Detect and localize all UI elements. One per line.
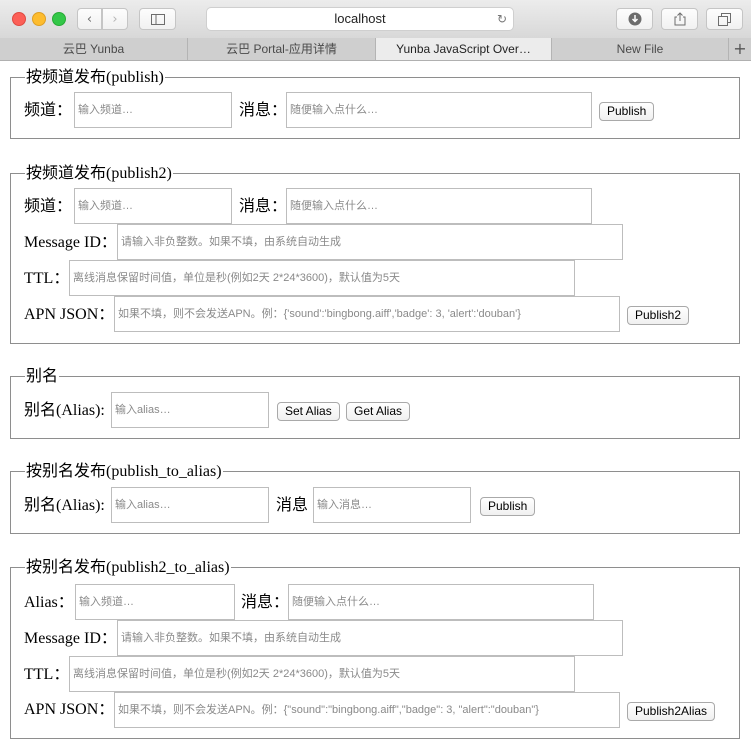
- channel-input[interactable]: [74, 188, 232, 224]
- channel-label: 频道：: [24, 198, 73, 215]
- downloads-button[interactable]: [616, 8, 653, 30]
- minimize-window-button[interactable]: [32, 12, 46, 26]
- zoom-window-button[interactable]: [52, 12, 66, 26]
- message-id-input[interactable]: [117, 620, 623, 656]
- tab-yunba[interactable]: 云巴 Yunba: [0, 38, 188, 60]
- set-alias-button[interactable]: Set Alias: [277, 402, 340, 421]
- sidebar-icon: [150, 13, 165, 25]
- message-label: 消息：: [241, 594, 290, 611]
- publish-to-alias-fieldset: 按别名发布(publish_to_alias) 别名(Alias): 消息 Pu…: [10, 463, 740, 534]
- publish-button[interactable]: Publish: [599, 102, 655, 121]
- channel-label: 频道：: [24, 102, 73, 119]
- publish-to-alias-legend: 按别名发布(publish_to_alias): [25, 463, 223, 480]
- alias-label: 别名(Alias):: [24, 402, 105, 419]
- ttl-label: TTL：: [24, 270, 70, 287]
- chevron-left-icon: ‹: [86, 11, 93, 27]
- alias-label: 别名(Alias):: [24, 497, 105, 514]
- publish-legend: 按频道发布(publish): [25, 69, 165, 86]
- message-label: 消息：: [239, 198, 288, 215]
- get-alias-button[interactable]: Get Alias: [346, 402, 411, 421]
- tab-yunba-js-overview[interactable]: Yunba JavaScript Over…: [376, 38, 552, 60]
- apn-json-label: APN JSON：: [24, 701, 115, 718]
- sidebar-button[interactable]: [139, 8, 176, 30]
- message-label: 消息：: [239, 102, 288, 119]
- message-input[interactable]: [288, 584, 594, 620]
- publish2-to-alias-fieldset: 按别名发布(publish2_to_alias) Alias： 消息： Mess…: [10, 559, 740, 739]
- message-id-label: Message ID：: [24, 234, 117, 251]
- message-id-input[interactable]: [117, 224, 623, 260]
- alias-legend: 别名: [25, 368, 60, 385]
- publish2-alias-button[interactable]: Publish2Alias: [627, 702, 716, 721]
- publish2-button[interactable]: Publish2: [627, 306, 690, 325]
- publish-to-alias-button[interactable]: Publish: [480, 497, 536, 516]
- back-button[interactable]: ‹: [77, 8, 102, 30]
- publish2-legend: 按频道发布(publish2): [25, 165, 173, 182]
- apn-json-label: APN JSON：: [24, 306, 115, 323]
- new-tab-button[interactable]: +: [729, 38, 751, 60]
- close-window-button[interactable]: [12, 12, 26, 26]
- ttl-label: TTL：: [24, 666, 70, 683]
- alias-fieldset: 别名 别名(Alias): Set Alias Get Alias: [10, 368, 740, 439]
- chevron-right-icon: ›: [112, 11, 118, 27]
- alias-input[interactable]: [75, 584, 235, 620]
- tabs-icon: [718, 12, 731, 26]
- address-bar[interactable]: localhost ↻: [206, 7, 514, 31]
- message-label: 消息: [276, 497, 309, 514]
- address-text: localhost: [334, 11, 386, 26]
- reload-icon[interactable]: ↻: [497, 8, 507, 30]
- tab-bar: 云巴 Yunba 云巴 Portal-应用详情 Yunba JavaScript…: [0, 38, 751, 61]
- apn-json-input[interactable]: [114, 692, 620, 728]
- tabs-overview-button[interactable]: [706, 8, 743, 30]
- message-input[interactable]: [313, 487, 471, 523]
- ttl-input[interactable]: [69, 656, 575, 692]
- alias-input[interactable]: [111, 487, 269, 523]
- publish2-fieldset: 按频道发布(publish2) 频道： 消息： Message ID： TTL：…: [10, 165, 740, 344]
- share-icon: [674, 12, 685, 26]
- publish-fieldset: 按频道发布(publish) 频道： 消息： Publish: [10, 69, 740, 139]
- share-button[interactable]: [661, 8, 698, 30]
- message-input[interactable]: [286, 92, 592, 128]
- message-id-label: Message ID：: [24, 630, 117, 647]
- channel-input[interactable]: [74, 92, 232, 128]
- tab-yunba-portal[interactable]: 云巴 Portal-应用详情: [188, 38, 376, 60]
- publish2-to-alias-legend: 按别名发布(publish2_to_alias): [25, 559, 231, 576]
- message-input[interactable]: [286, 188, 592, 224]
- tab-new-file[interactable]: New File: [552, 38, 729, 60]
- alias-input[interactable]: [111, 392, 269, 428]
- alias-label: Alias：: [24, 594, 74, 611]
- apn-json-input[interactable]: [114, 296, 620, 332]
- browser-toolbar: ‹ › localhost ↻: [0, 0, 751, 39]
- download-icon: [628, 12, 641, 26]
- ttl-input[interactable]: [69, 260, 575, 296]
- forward-button[interactable]: ›: [102, 8, 128, 30]
